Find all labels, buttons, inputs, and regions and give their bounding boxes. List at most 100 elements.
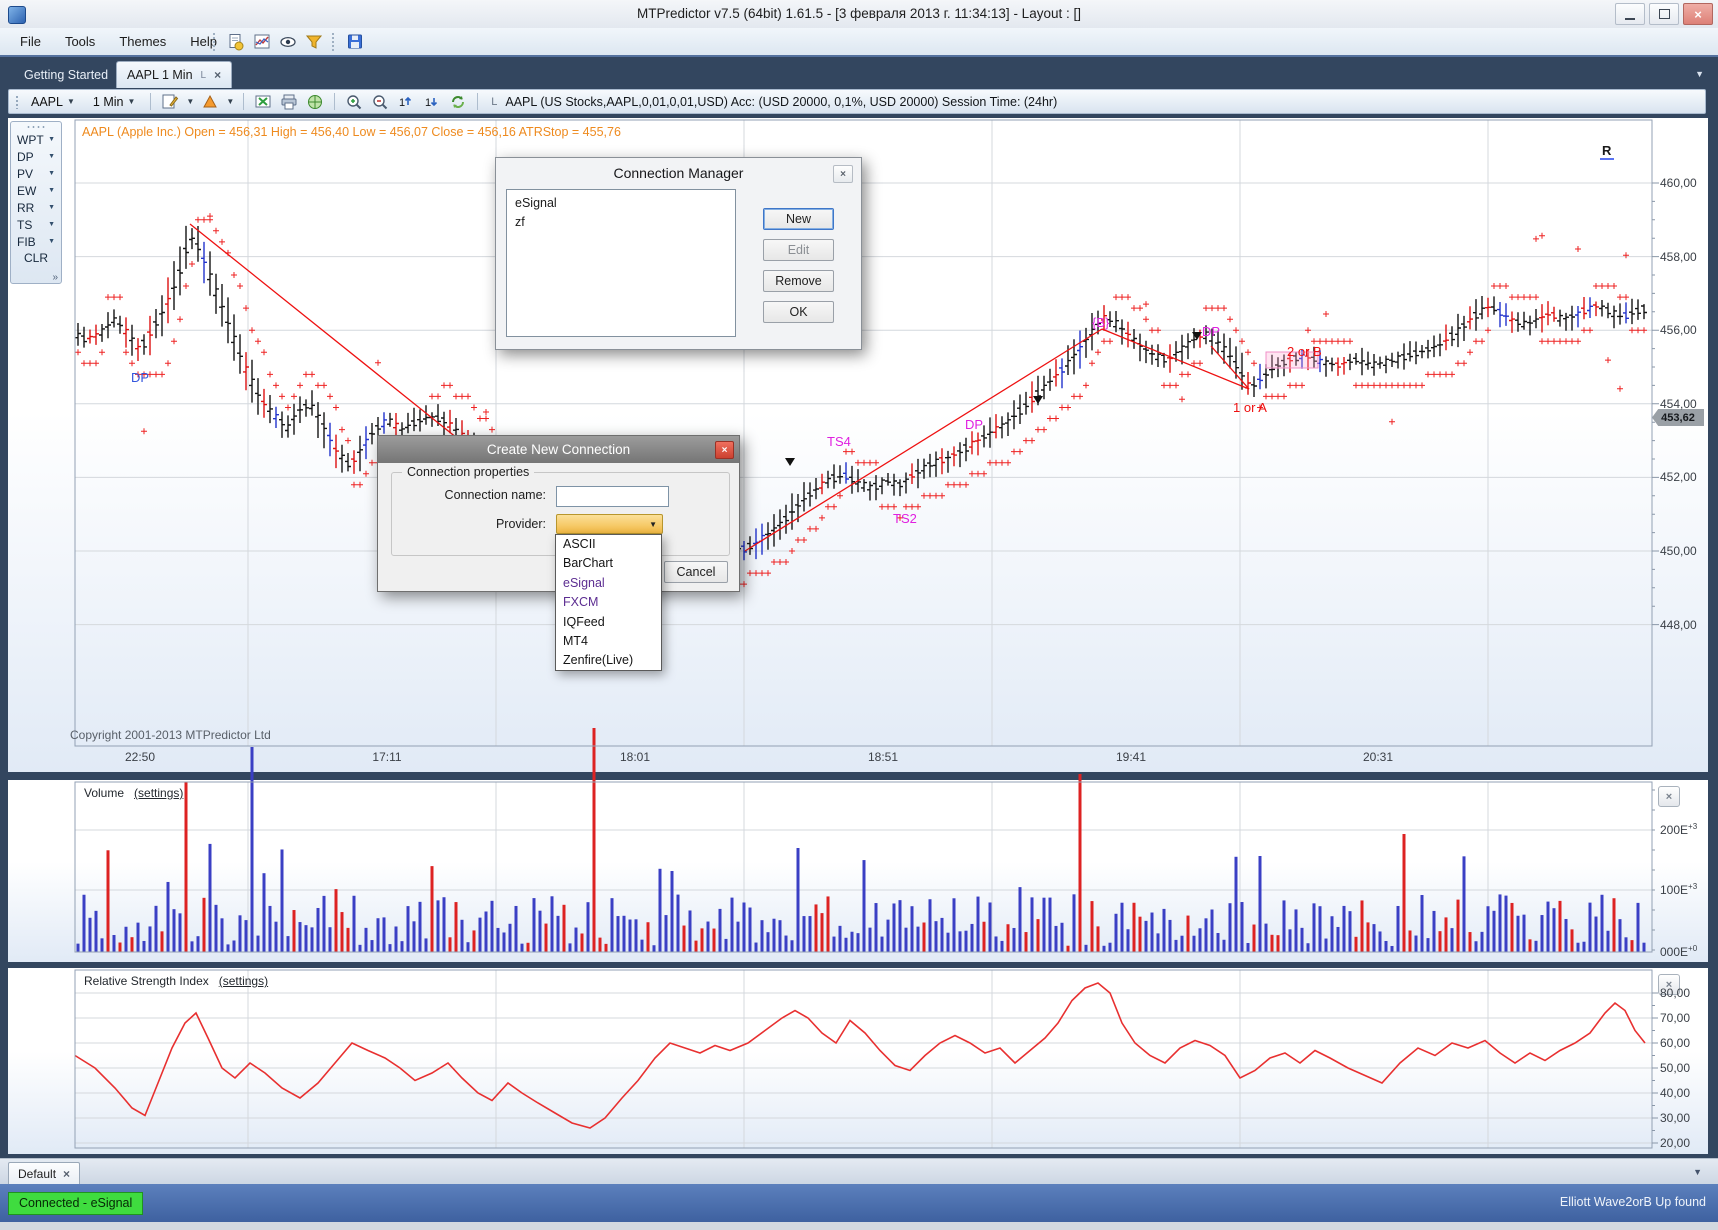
maximize-button[interactable] (1649, 3, 1679, 25)
rsi-panel[interactable] (8, 968, 1708, 1154)
tool-wpt-button[interactable]: WPT▼ (11, 131, 61, 148)
chart-type-icon[interactable] (160, 92, 180, 112)
remove-button[interactable]: Remove (763, 270, 834, 292)
provider-option[interactable]: IQFeed (556, 613, 661, 632)
link-group-label[interactable]: L (491, 96, 497, 108)
provider-option[interactable]: MT4 (556, 632, 661, 651)
chart-toolbar: AAPL▼ 1 Min▼ ▼ ▼ 1 1 L AAPL (US Stocks,A… (8, 89, 1706, 114)
copyright-label: Copyright 2001-2013 MTPredictor Ltd (70, 728, 271, 742)
dialog-close-button[interactable]: × (715, 441, 734, 459)
tool-rr-button[interactable]: RR▼ (11, 199, 61, 216)
tool-ts-button[interactable]: TS▼ (11, 216, 61, 233)
chevron-down-icon[interactable]: ▼ (186, 97, 194, 106)
close-button[interactable]: × (1683, 3, 1713, 25)
crosshair-icon[interactable] (305, 92, 325, 112)
report-icon[interactable] (225, 31, 247, 53)
drawing-tools-icon[interactable] (200, 92, 220, 112)
close-icon: × (1666, 979, 1672, 991)
provider-option[interactable]: BarChart (556, 554, 661, 573)
provider-option[interactable]: ASCII (556, 535, 661, 554)
svg-text:1: 1 (425, 97, 431, 109)
group-label: Connection properties (402, 465, 534, 479)
alert-funnel-icon[interactable] (303, 31, 325, 53)
print-icon[interactable] (279, 92, 299, 112)
app-window: MTPredictor v7.5 (64bit) 1.61.5 - [3 фев… (0, 0, 1718, 1230)
chart-icon[interactable] (251, 31, 273, 53)
menu-bar: File Tools Themes Help (0, 28, 1718, 55)
volume-close-button[interactable]: × (1658, 786, 1680, 807)
new-button[interactable]: New (763, 208, 834, 230)
toolbar-separator (477, 93, 478, 110)
layout-strip: Default × ▼ (0, 1158, 1718, 1185)
layout-tab-default[interactable]: Default × (8, 1162, 80, 1185)
layout-dropdown-icon[interactable]: ▼ (1693, 1167, 1702, 1177)
zoom-in-icon[interactable] (344, 92, 364, 112)
cancel-button[interactable]: Cancel (664, 561, 728, 583)
maximize-icon (1659, 9, 1670, 19)
connection-status-badge: Connected - eSignal (8, 1192, 143, 1215)
tool-ew-button[interactable]: EW▼ (11, 182, 61, 199)
chevron-down-icon[interactable]: ▼ (226, 97, 234, 106)
close-icon: × (840, 169, 846, 180)
toolbar-separator (332, 33, 337, 51)
status-bar: Connected - eSignal Elliott Wave2orB Up … (0, 1184, 1718, 1222)
save-icon[interactable] (344, 31, 366, 53)
volume-header: Volume (settings) (84, 786, 183, 800)
menu-themes[interactable]: Themes (107, 34, 178, 49)
connection-list-item[interactable]: eSignal (507, 194, 735, 213)
provider-option[interactable]: Zenfire(Live) (556, 651, 661, 670)
menu-tools[interactable]: Tools (53, 34, 107, 49)
tool-palette: WPT▼DP▼PV▼EW▼RR▼TS▼FIB▼ CLR » (10, 121, 62, 284)
volume-settings-link[interactable]: (settings) (134, 786, 183, 800)
tab-badge: L (201, 70, 207, 81)
volume-panel[interactable] (8, 780, 1708, 962)
toolbar-separator (334, 93, 335, 110)
provider-label: Provider: (396, 517, 546, 531)
bar-forward-icon[interactable]: 1 (396, 92, 416, 112)
window-title: MTPredictor v7.5 (64bit) 1.61.5 - [3 фев… (0, 6, 1718, 21)
tab-getting-started[interactable]: Getting Started (8, 62, 124, 88)
instrument-info: AAPL (US Stocks,AAPL,0,01,0,01,USD) Acc:… (505, 95, 1057, 109)
provider-option[interactable]: FXCM (556, 593, 661, 612)
tab-close-icon[interactable]: × (63, 1167, 70, 1181)
zoom-out-icon[interactable] (370, 92, 390, 112)
connection-manager-dialog: Connection Manager × eSignalzf New Edit … (495, 157, 862, 350)
provider-option[interactable]: eSignal (556, 574, 661, 593)
ok-button[interactable]: OK (763, 301, 834, 323)
clear-chart-icon[interactable] (253, 92, 273, 112)
dialog-close-button[interactable]: × (833, 165, 853, 183)
layout-tab-label: Default (18, 1167, 56, 1181)
chevron-down-icon: ▼ (48, 221, 55, 228)
palette-grip[interactable] (26, 125, 46, 129)
tool-fib-button[interactable]: FIB▼ (11, 233, 61, 250)
connection-name-input[interactable] (556, 486, 669, 507)
refresh-icon[interactable] (448, 92, 468, 112)
title-bar: MTPredictor v7.5 (64bit) 1.61.5 - [3 фев… (0, 0, 1718, 29)
chevron-down-icon: ▼ (649, 520, 657, 529)
close-icon: × (1694, 7, 1702, 22)
bar-back-icon[interactable]: 1 (422, 92, 442, 112)
menu-file[interactable]: File (8, 34, 53, 49)
rsi-close-button[interactable]: × (1658, 974, 1680, 995)
tool-clr-button[interactable]: CLR (11, 250, 61, 267)
minimize-button[interactable] (1615, 3, 1645, 25)
edit-button[interactable]: Edit (763, 239, 834, 261)
chevron-down-icon: ▼ (48, 238, 55, 245)
connections-list[interactable]: eSignalzf (506, 189, 736, 337)
close-icon: × (1666, 791, 1672, 803)
rsi-settings-link[interactable]: (settings) (219, 974, 268, 988)
timeframe-dropdown[interactable]: 1 Min▼ (87, 93, 142, 111)
toolbar-grip[interactable] (15, 95, 19, 109)
tab-close-icon[interactable]: × (214, 68, 221, 82)
provider-select[interactable]: ▼ (556, 514, 663, 534)
tool-pv-button[interactable]: PV▼ (11, 165, 61, 182)
palette-expand-icon[interactable]: » (52, 272, 58, 283)
eye-icon[interactable] (277, 31, 299, 53)
connection-list-item[interactable]: zf (507, 213, 735, 232)
tool-dp-button[interactable]: DP▼ (11, 148, 61, 165)
toolbar-separator (213, 33, 218, 51)
toolbar-separator (150, 93, 151, 110)
tab-aapl-1min[interactable]: AAPL 1 Min L × (116, 61, 232, 88)
tabstrip-dropdown-icon[interactable]: ▼ (1695, 69, 1704, 79)
symbol-dropdown[interactable]: AAPL▼ (25, 93, 81, 111)
